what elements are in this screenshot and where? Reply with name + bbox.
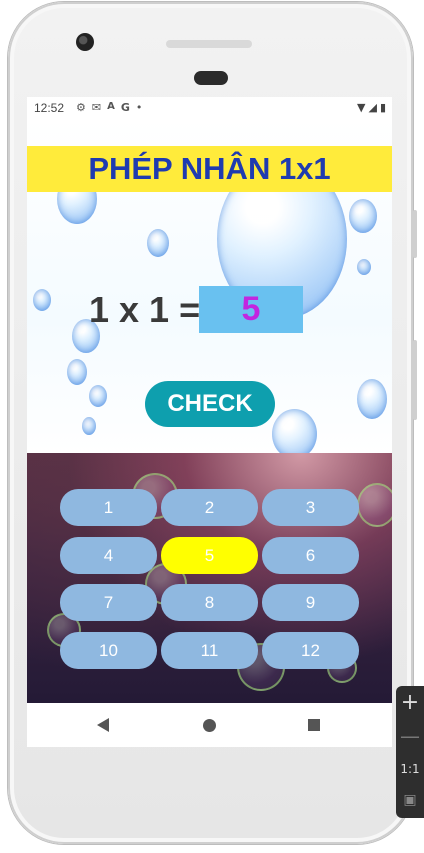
plus-icon[interactable]: +: [396, 690, 424, 715]
number-key-2[interactable]: 2: [161, 489, 258, 526]
screen: 12:52 ⚙ ✉ A G • ▼ ◢ ▮ PHÉP NHÂN 1x1 1 x …: [27, 97, 392, 747]
wifi-icon: ▼: [357, 101, 366, 114]
number-key-3[interactable]: 3: [262, 489, 359, 526]
number-key-1[interactable]: 1: [60, 489, 157, 526]
a-icon: A: [107, 101, 115, 112]
minus-icon[interactable]: —: [396, 724, 424, 748]
gear-icon: ⚙: [76, 101, 86, 114]
number-key-6[interactable]: 6: [262, 537, 359, 574]
status-notification-icons: ⚙ ✉ A G •: [76, 101, 142, 114]
bubble-decoration: [357, 259, 371, 275]
power-button: [413, 340, 417, 420]
volume-button: [413, 210, 417, 258]
answer-field[interactable]: 5: [199, 286, 303, 333]
speaker-grille: [166, 40, 252, 48]
number-key-4[interactable]: 4: [60, 537, 157, 574]
battery-icon: ▮: [379, 101, 386, 114]
recent-apps-icon[interactable]: [308, 719, 320, 731]
zoom-reset-button[interactable]: 1:1: [396, 762, 424, 776]
bubble-decoration: [82, 417, 96, 435]
bubble-decoration: [147, 229, 169, 257]
number-key-12[interactable]: 12: [262, 632, 359, 669]
check-button[interactable]: CHECK: [145, 381, 275, 427]
bubble-decoration: [89, 385, 107, 407]
status-system-icons: ▼ ◢ ▮: [357, 101, 386, 114]
bubble-decoration: [272, 409, 317, 453]
dot-icon: •: [135, 101, 143, 114]
camera-icon: [76, 33, 94, 51]
home-icon[interactable]: [203, 719, 216, 732]
screenshot-icon[interactable]: ▣: [396, 792, 424, 808]
bubble-decoration: [349, 199, 377, 233]
page-title: PHÉP NHÂN 1x1: [27, 146, 392, 192]
number-key-8[interactable]: 8: [161, 584, 258, 621]
quiz-panel: PHÉP NHÂN 1x1 1 x 1 = 5 CHECK: [27, 119, 392, 453]
number-key-9[interactable]: 9: [262, 584, 359, 621]
bubble-decoration: [67, 359, 87, 385]
emulator-toolbar: + — 1:1 ▣: [396, 686, 424, 818]
g-icon: G: [120, 101, 130, 114]
keypad-panel: 1 2 3 4 5 6 7 8 9 10 11 12: [27, 453, 392, 703]
equation-text: 1 x 1 =: [89, 289, 201, 330]
bubble-decoration: [33, 289, 51, 311]
earpiece: [194, 71, 228, 85]
number-key-7[interactable]: 7: [60, 584, 157, 621]
signal-icon: ◢: [368, 101, 377, 114]
number-key-11[interactable]: 11: [161, 632, 258, 669]
bubble-decoration: [357, 379, 387, 419]
status-bar: 12:52 ⚙ ✉ A G • ▼ ◢ ▮: [27, 97, 392, 119]
number-key-5[interactable]: 5: [161, 537, 258, 574]
mail-icon: ✉: [91, 101, 102, 114]
status-time: 12:52: [34, 101, 65, 115]
number-key-10[interactable]: 10: [60, 632, 157, 669]
system-nav-bar: [27, 703, 392, 747]
bubble-decoration: [357, 483, 392, 527]
back-icon[interactable]: [97, 718, 109, 732]
